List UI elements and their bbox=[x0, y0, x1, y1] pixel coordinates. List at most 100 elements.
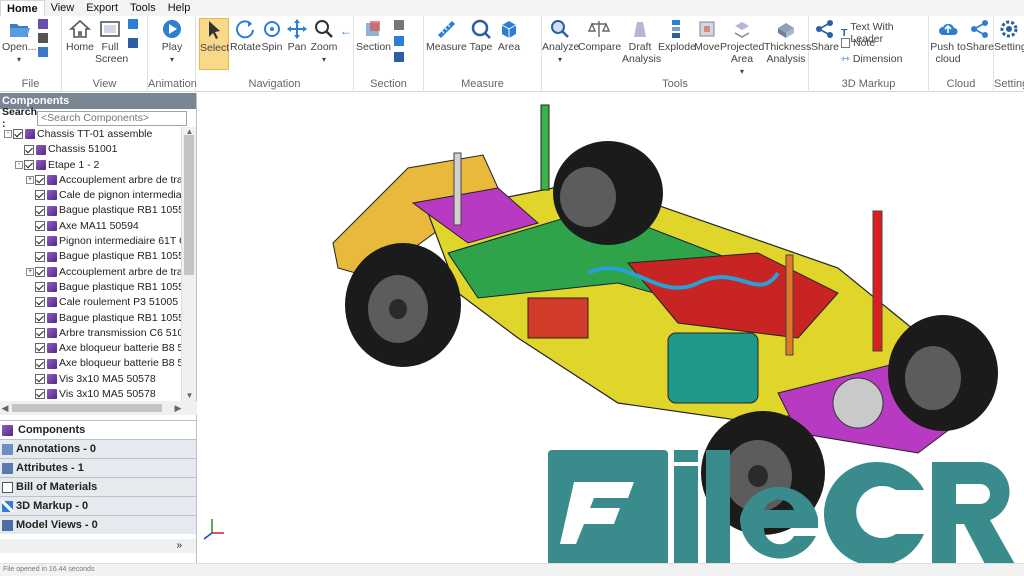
tree-horizontal-scrollbar[interactable]: ◀ ▶ bbox=[0, 401, 197, 415]
tree-vertical-scrollbar[interactable]: ▲ ▼ bbox=[181, 127, 196, 401]
zoom-button[interactable]: Zoom ▾ bbox=[309, 18, 339, 66]
tree-row[interactable]: Vis 3x10 MA5 50578 bbox=[0, 372, 181, 387]
tree-row[interactable]: Axe MA11 50594 bbox=[0, 219, 181, 234]
section-components[interactable]: Components bbox=[0, 420, 196, 439]
menu-help[interactable]: Help bbox=[162, 0, 197, 16]
tree-row[interactable]: Bague plastique RB1 10555 bbox=[0, 203, 181, 218]
move-button[interactable]: Move bbox=[693, 18, 721, 53]
menu-view[interactable]: View bbox=[45, 0, 81, 16]
visibility-checkbox[interactable] bbox=[35, 251, 45, 262]
pan-button[interactable]: Pan bbox=[285, 18, 309, 53]
visibility-checkbox[interactable] bbox=[35, 190, 45, 201]
tree-row[interactable]: Chassis 51001 bbox=[0, 142, 181, 157]
tree-row[interactable]: Cale de pignon intermedia bbox=[0, 188, 181, 203]
view-cube-icon[interactable] bbox=[128, 19, 138, 29]
tree-row[interactable]: Bague plastique RB1 10555 bbox=[0, 280, 181, 295]
search-components-input[interactable] bbox=[37, 110, 187, 126]
analyze-button[interactable]: Analyze ▾ bbox=[542, 18, 579, 66]
email-icon[interactable] bbox=[38, 47, 48, 57]
play-button[interactable]: Play ▾ bbox=[157, 18, 187, 66]
print-icon[interactable] bbox=[38, 33, 48, 43]
home-button[interactable]: Home bbox=[65, 18, 95, 53]
visibility-checkbox[interactable] bbox=[35, 175, 45, 186]
part-icon bbox=[36, 144, 46, 155]
measure-button[interactable]: Measure bbox=[426, 18, 467, 53]
projected-area-button[interactable]: Projected Area ▾ bbox=[720, 18, 764, 78]
group-label-animation: Animation bbox=[148, 78, 197, 90]
tree-row[interactable]: - Chassis TT-01 assemble bbox=[0, 127, 181, 142]
tree-row[interactable]: - Etape 1 - 2 bbox=[0, 158, 181, 173]
expand-panel-icon[interactable]: » bbox=[176, 540, 182, 551]
visibility-checkbox[interactable] bbox=[24, 159, 34, 170]
cloud-share-button[interactable]: Share bbox=[966, 18, 994, 53]
full-screen-button[interactable]: Full Screen bbox=[95, 18, 128, 65]
section-button[interactable]: Section bbox=[356, 18, 391, 53]
explode-button[interactable]: Explode bbox=[658, 18, 696, 53]
tree-expander-icon[interactable]: - bbox=[15, 160, 23, 169]
visibility-checkbox[interactable] bbox=[35, 328, 45, 339]
tree-expander-icon[interactable]: - bbox=[4, 130, 12, 139]
note-button[interactable]: Note bbox=[841, 37, 875, 49]
section-3d-markup[interactable]: 3D Markup - 0 bbox=[0, 496, 196, 515]
visibility-checkbox[interactable] bbox=[35, 312, 45, 323]
vertical-scroll-thumb[interactable] bbox=[184, 135, 194, 275]
visibility-checkbox[interactable] bbox=[35, 205, 45, 216]
visibility-checkbox[interactable] bbox=[35, 297, 45, 308]
menu-export[interactable]: Export bbox=[80, 0, 124, 16]
tree-row[interactable]: Cale roulement P3 51005 bbox=[0, 295, 181, 310]
tree-row[interactable]: Bague plastique RB1 10555 bbox=[0, 311, 181, 326]
tree-row[interactable]: + Accouplement arbre de tra bbox=[0, 265, 181, 280]
section-attributes[interactable]: Attributes - 1 bbox=[0, 458, 196, 477]
section-plane-icon[interactable] bbox=[394, 20, 404, 30]
area-button[interactable]: Area bbox=[495, 18, 523, 53]
draft-analysis-button[interactable]: Draft Analysis bbox=[622, 18, 661, 65]
spin-button[interactable]: Spin bbox=[259, 18, 285, 53]
visibility-checkbox[interactable] bbox=[35, 236, 45, 247]
visibility-checkbox[interactable] bbox=[35, 373, 45, 384]
scroll-right-icon[interactable]: ▶ bbox=[173, 401, 183, 415]
section-annotations[interactable]: Annotations - 0 bbox=[0, 439, 196, 458]
settings-button[interactable]: Setting bbox=[994, 18, 1024, 53]
markup-icon bbox=[2, 500, 13, 512]
dimension-button[interactable]: ⇿ Dimension bbox=[841, 53, 902, 65]
section-clip-icon[interactable] bbox=[394, 36, 404, 46]
tree-expander-icon[interactable]: + bbox=[26, 267, 34, 276]
select-button[interactable]: Select bbox=[199, 18, 229, 70]
visibility-checkbox[interactable] bbox=[13, 129, 23, 140]
part-icon bbox=[47, 251, 57, 262]
tree-row[interactable]: Pignon intermediaire 61T C bbox=[0, 234, 181, 249]
tree-row[interactable]: Arbre transmission C6 510( bbox=[0, 326, 181, 341]
display-mode-icon[interactable] bbox=[128, 38, 138, 48]
section-bill-of-materials[interactable]: Bill of Materials bbox=[0, 477, 196, 496]
visibility-checkbox[interactable] bbox=[35, 266, 45, 277]
menu-tools[interactable]: Tools bbox=[124, 0, 162, 16]
scroll-left-icon[interactable]: ◀ bbox=[0, 401, 10, 415]
previous-view-icon[interactable]: ← bbox=[340, 24, 352, 38]
visibility-checkbox[interactable] bbox=[35, 358, 45, 369]
visibility-checkbox[interactable] bbox=[35, 282, 45, 293]
rotate-button[interactable]: Rotate bbox=[230, 18, 261, 53]
tree-row[interactable]: Axe bloqueur batterie B8 5 bbox=[0, 341, 181, 356]
open-button[interactable]: Open... ▾ bbox=[2, 18, 36, 66]
tree-row[interactable]: Bague plastique RB1 10555 bbox=[0, 249, 181, 264]
visibility-checkbox[interactable] bbox=[35, 389, 45, 400]
tree-row[interactable]: Axe bloqueur batterie B8 5 bbox=[0, 356, 181, 371]
markup-share-button[interactable]: Share bbox=[811, 18, 839, 53]
tape-button[interactable]: Tape bbox=[467, 18, 495, 53]
push-to-cloud-button[interactable]: Push to cloud bbox=[930, 18, 966, 65]
open-dropdown-icon: ▾ bbox=[16, 55, 21, 64]
visibility-checkbox[interactable] bbox=[24, 144, 34, 155]
tree-expander-icon[interactable]: + bbox=[26, 176, 34, 185]
tree-row[interactable]: Vis 3x10 MA5 50578 bbox=[0, 387, 181, 401]
tree-row[interactable]: + Accouplement arbre de tra bbox=[0, 173, 181, 188]
scroll-down-icon[interactable]: ▼ bbox=[182, 391, 197, 401]
horizontal-scroll-thumb[interactable] bbox=[12, 404, 162, 412]
thickness-analysis-button[interactable]: Thickness Analysis bbox=[764, 18, 811, 65]
compare-button[interactable]: Compare bbox=[578, 18, 621, 53]
visibility-checkbox[interactable] bbox=[35, 343, 45, 354]
section-model-views[interactable]: Model Views - 0 bbox=[0, 515, 196, 534]
save-icon[interactable] bbox=[38, 19, 48, 29]
menu-home[interactable]: Home bbox=[0, 0, 45, 16]
visibility-checkbox[interactable] bbox=[35, 221, 45, 231]
section-cap-icon[interactable] bbox=[394, 52, 404, 62]
